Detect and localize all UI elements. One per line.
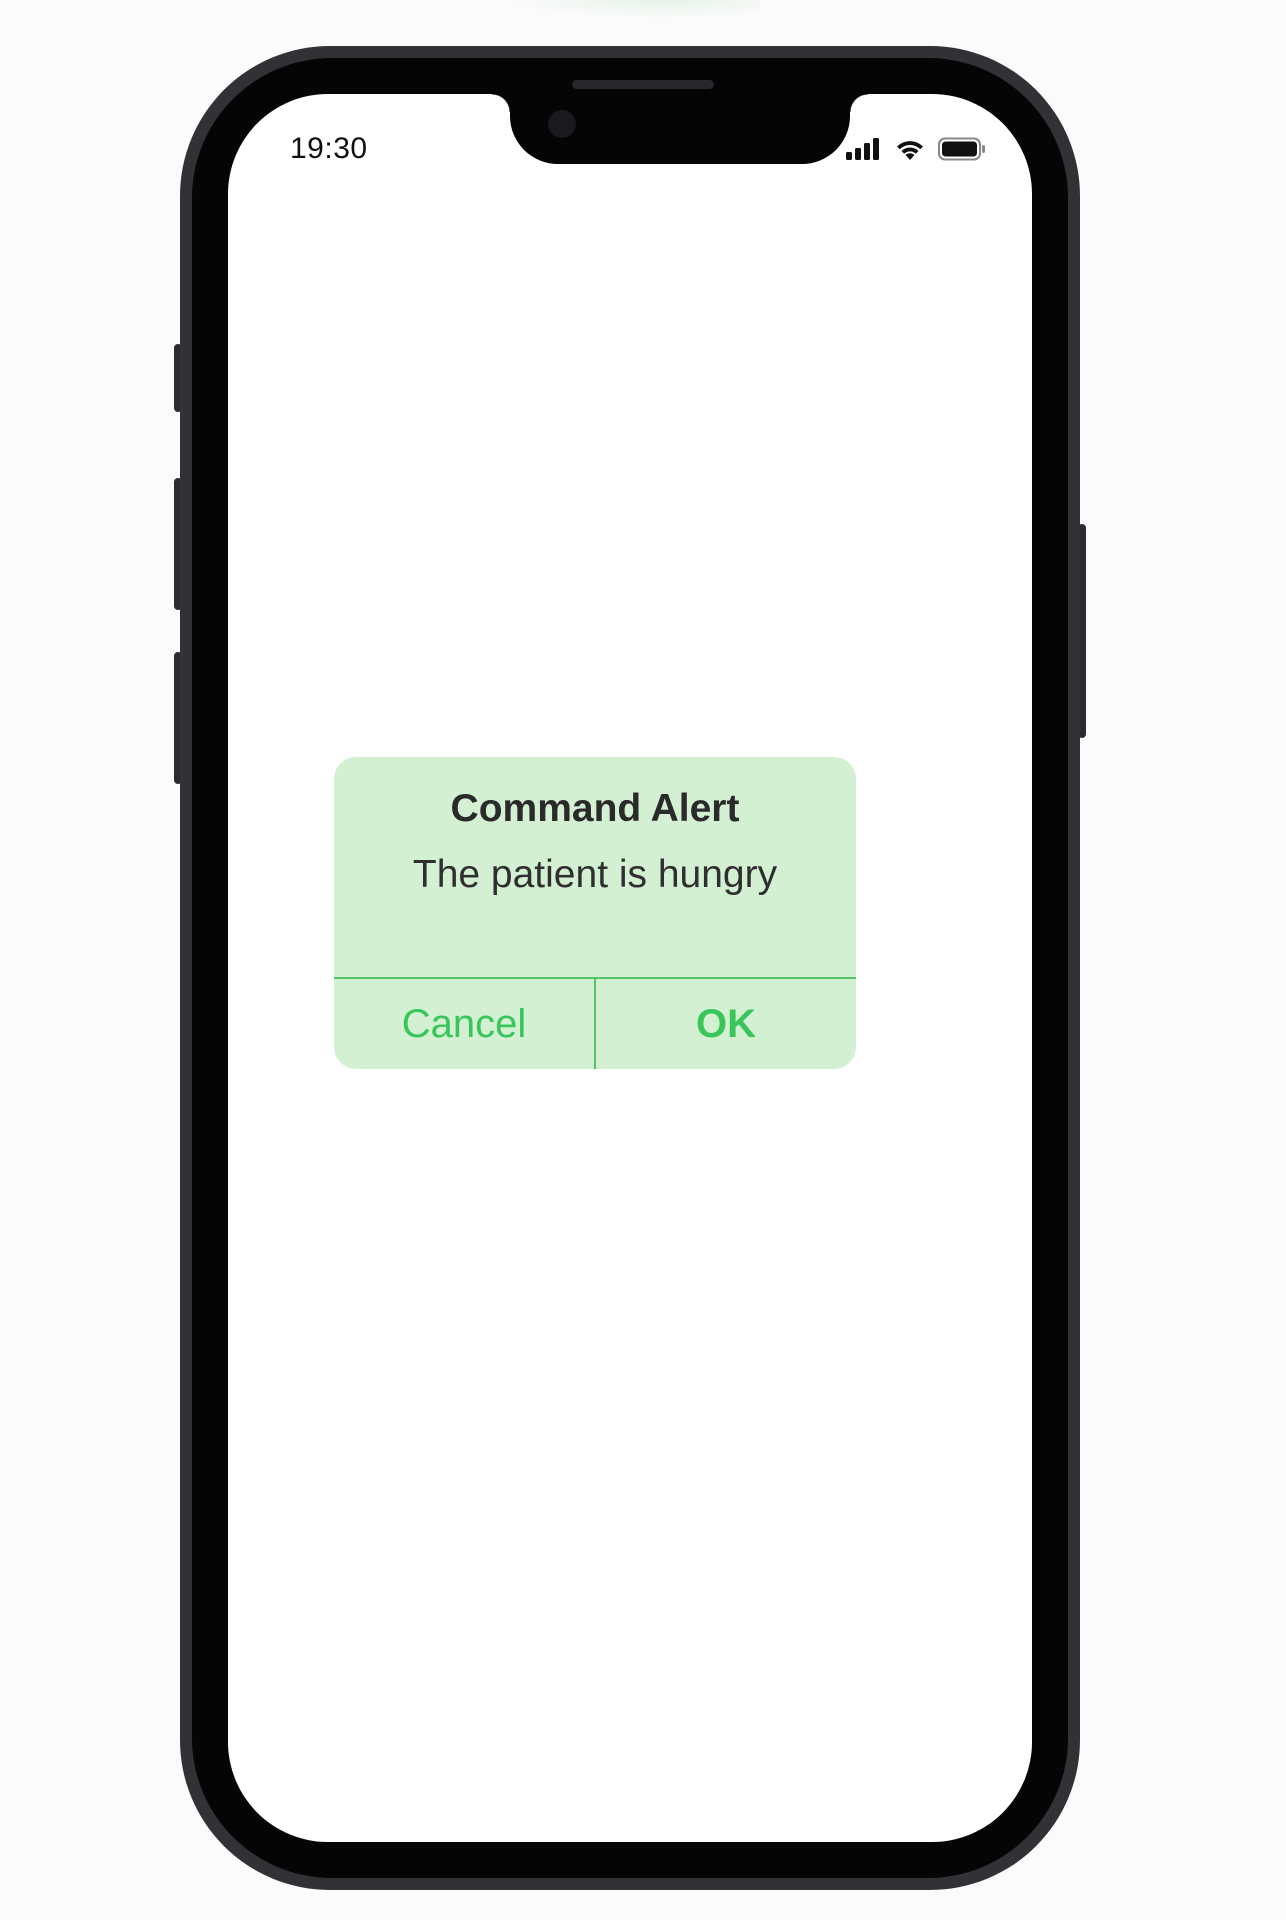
notch	[492, 94, 868, 164]
speaker-grille	[572, 80, 714, 89]
stage: 19:30 Command Alert The patient is hungr…	[0, 0, 1286, 1920]
wifi-icon	[894, 137, 926, 166]
status-icons	[846, 136, 986, 166]
cancel-button[interactable]: Cancel	[334, 979, 594, 1069]
top-blur	[480, 0, 760, 22]
alert-title: Command Alert	[450, 787, 740, 830]
battery-icon	[938, 137, 986, 166]
status-time: 19:30	[290, 132, 368, 165]
camera-icon	[548, 110, 576, 138]
cellular-signal-icon	[846, 137, 882, 165]
alert-message: The patient is hungry	[412, 853, 778, 896]
command-alert-dialog: Command Alert The patient is hungry Canc…	[334, 757, 856, 1069]
ok-button[interactable]: OK	[596, 979, 856, 1069]
